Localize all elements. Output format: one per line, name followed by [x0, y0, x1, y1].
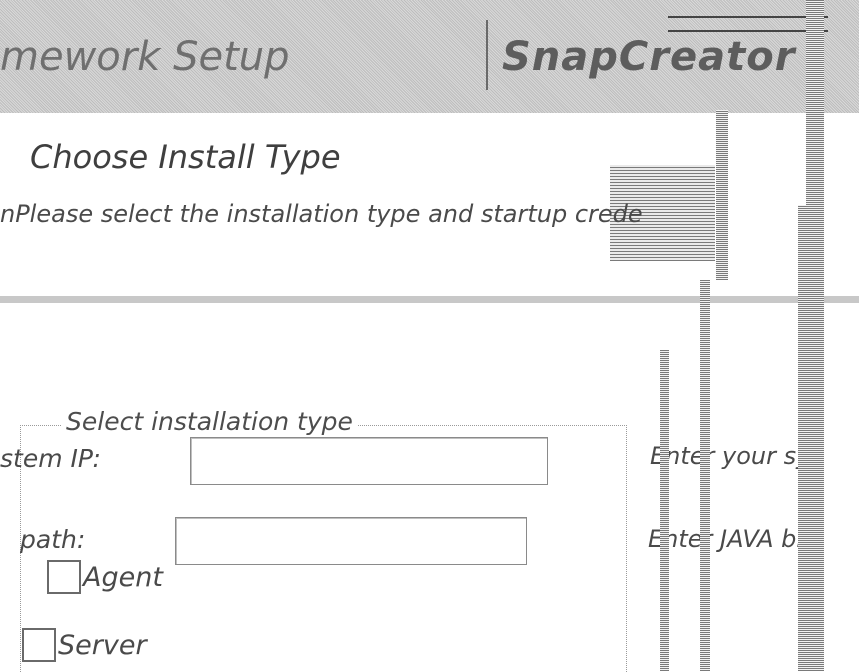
window-title-bar: mework Setup SnapCreator: [0, 0, 859, 113]
java-path-input[interactable]: [175, 517, 527, 565]
brand-banner: SnapCreator: [486, 16, 859, 90]
system-ip-hint: Enter your sy: [650, 442, 811, 470]
system-ip-input[interactable]: [190, 437, 548, 485]
brand-name: SnapCreator: [502, 34, 796, 80]
header-separator: [0, 296, 859, 303]
agent-checkbox-label: Agent: [83, 561, 163, 593]
render-artifact-stripe: [716, 110, 728, 280]
window-title: mework Setup: [0, 34, 290, 80]
agent-checkbox[interactable]: [47, 560, 81, 594]
page-title: Choose Install Type: [30, 138, 341, 176]
system-ip-label: stem IP:: [0, 444, 101, 473]
render-artifact-stripe: [700, 280, 710, 671]
server-option[interactable]: Server: [22, 628, 147, 662]
page-subtitle: nPlease select the installation type and…: [0, 200, 643, 228]
server-checkbox[interactable]: [22, 628, 56, 662]
java-path-label: path:: [20, 525, 86, 554]
render-artifact-stripe: [798, 205, 816, 671]
server-checkbox-label: Server: [58, 629, 147, 661]
java-path-hint: Enter JAVA bin: [648, 525, 819, 553]
agent-option[interactable]: Agent: [47, 560, 163, 594]
install-type-group-label: Select installation type: [62, 407, 357, 436]
brand-logo-icon: [668, 16, 828, 32]
render-artifact-stripe: [660, 350, 669, 671]
